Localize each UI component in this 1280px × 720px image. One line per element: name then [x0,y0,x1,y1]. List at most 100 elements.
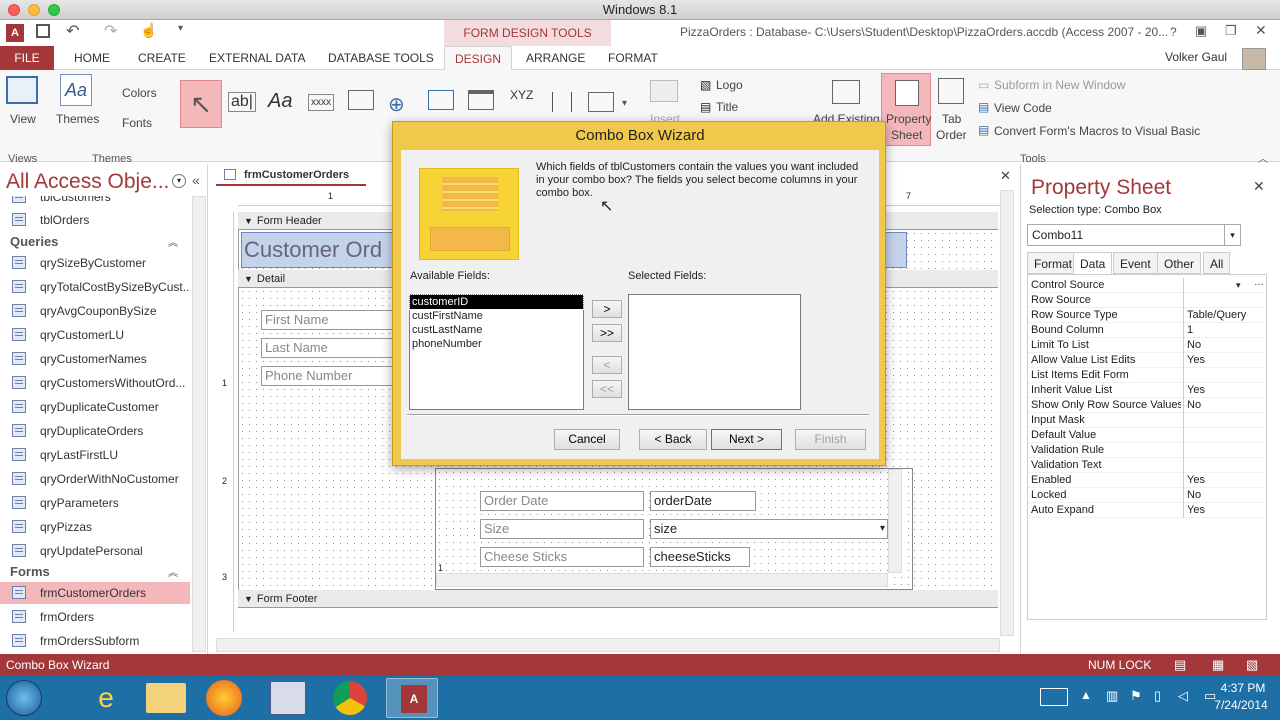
property-row[interactable]: Inherit Value List Yes [1028,383,1266,398]
tab-home[interactable]: HOME [64,46,120,70]
collapse-ribbon-icon[interactable]: ︿ [1258,150,1268,165]
size-combo[interactable]: size ▾ [650,519,888,539]
minimize-window-button[interactable] [28,4,40,16]
available-fields-list[interactable]: customerID custFirstName custLastName ph… [409,294,584,410]
property-row[interactable]: Input Mask [1028,413,1266,428]
convert-macros-button[interactable]: Convert Form's Macros to Visual Basic [994,124,1200,138]
form-footer-bar[interactable]: ▼ Form Footer [238,590,998,608]
property-row[interactable]: Validation Rule [1028,443,1266,458]
view-code-button[interactable]: View Code [994,101,1052,115]
first-name-label[interactable]: First Name [261,310,411,330]
keyboard-icon[interactable] [1040,688,1068,706]
navigation-control-icon[interactable] [468,90,494,110]
tab-external-data[interactable]: EXTERNAL DATA [199,46,315,70]
logo-button[interactable]: Logo [716,78,743,92]
nav-item-query[interactable]: qryLastFirstLU [0,444,190,466]
forms-section-header[interactable]: Forms [10,564,50,579]
nav-item-query[interactable]: qryDuplicateCustomer [0,396,190,418]
network-icon[interactable]: ▯ [1154,688,1161,704]
nav-item-query[interactable]: qryCustomersWithoutOrd... [0,372,190,394]
back-button[interactable]: < Back [639,429,707,450]
network-tray-icon[interactable]: ▥ [1106,688,1118,704]
tab-control-icon[interactable] [348,90,374,110]
clock-time[interactable]: 4:37 PM [1212,681,1274,695]
flag-icon[interactable]: ⚑ [1130,688,1142,704]
tab-data[interactable]: Data [1073,252,1113,274]
queries-collapse-icon[interactable]: ︽ [168,234,178,249]
zoom-window-button[interactable] [48,4,60,16]
tab-create[interactable]: CREATE [128,46,196,70]
order-date-label[interactable]: Order Date [480,491,644,511]
tab-file[interactable]: FILE [0,46,54,70]
list-item[interactable]: custLastName [410,323,583,337]
snipping-tool-icon[interactable] [270,681,306,715]
restore-icon[interactable]: ❐ [1225,23,1237,39]
option-group-icon[interactable]: XYZ [510,88,533,102]
property-row[interactable]: Row Source [1028,293,1266,308]
nav-item-query[interactable]: qryAvgCouponBySize [0,300,190,322]
cancel-button[interactable]: Cancel [554,429,620,450]
tab-order-icon[interactable] [938,78,964,104]
close-icon[interactable]: ✕ [1253,178,1265,195]
start-button[interactable] [6,680,42,716]
tab-all[interactable]: All [1203,252,1231,274]
nav-menu-chevron-icon[interactable]: ▾ [172,174,186,188]
view-button[interactable]: View [10,112,36,126]
design-view-icon[interactable]: ▧ [1246,654,1258,676]
forms-collapse-icon[interactable]: ︽ [168,564,178,579]
form-view-icon[interactable]: ▤ [1174,654,1186,676]
nav-item-query[interactable]: qryTotalCostBySizeByCust... [0,276,190,298]
close-icon[interactable]: ✕ [1255,22,1267,39]
chevron-down-icon[interactable]: ▾ [1224,225,1240,245]
undo-icon[interactable]: ↶ [66,21,79,41]
chevron-down-icon[interactable]: ▾ [880,520,885,538]
property-row[interactable]: Default Value [1028,428,1266,443]
combo-box-control-icon[interactable] [588,92,614,112]
controls-more-icon[interactable]: ▾ [622,98,627,109]
property-row[interactable]: Control Source ▾… [1028,276,1266,293]
fonts-button[interactable]: Fonts [122,116,152,130]
tab-format[interactable]: FORMAT [598,46,668,70]
subform-new-window-button[interactable]: Subform in New Window [994,78,1125,92]
volume-icon[interactable]: ◁ [1178,688,1188,704]
nav-item-table[interactable]: tblOrders [0,209,190,231]
tab-event[interactable]: Event [1113,252,1158,274]
property-row[interactable]: Auto Expand Yes [1028,503,1266,518]
page-break-icon[interactable] [552,92,572,112]
property-row[interactable]: Bound Column 1 [1028,323,1266,338]
add-existing-fields-icon[interactable] [832,80,860,104]
design-horizontal-scrollbar[interactable] [216,638,1000,652]
button-control-icon[interactable]: xxxx [308,94,334,111]
ribbon-options-icon[interactable]: ▣ [1195,23,1207,39]
save-icon[interactable] [36,24,50,38]
list-item[interactable]: phoneNumber [410,337,583,351]
remove-field-button[interactable]: < [592,356,622,374]
list-item[interactable]: custFirstName [410,309,583,323]
firefox-icon[interactable] [206,680,242,716]
select-pointer-icon[interactable]: ↖ [180,80,222,128]
layout-view-icon[interactable]: ▦ [1212,654,1224,676]
tab-frmCustomerOrders[interactable]: frmCustomerOrders [216,164,366,186]
property-row[interactable]: Enabled Yes [1028,473,1266,488]
web-browser-control-icon[interactable] [428,90,454,110]
nav-item-query[interactable]: qryPizzas [0,516,190,538]
subform-horizontal-scrollbar[interactable] [436,573,888,587]
orders-subform-control[interactable]: Order Date orderDate Size size ▾ Cheese S… [435,468,913,590]
finish-button[interactable]: Finish [795,429,866,450]
redo-icon[interactable]: ↷ [104,21,117,41]
tab-format[interactable]: Format [1027,252,1080,274]
builder-icon[interactable]: … [1254,276,1264,290]
selected-fields-list[interactable] [628,294,801,410]
textbox-control-icon[interactable]: ab| [228,92,256,112]
nav-item-query[interactable]: qryUpdatePersonal [0,540,190,562]
colors-button[interactable]: Colors [122,86,157,100]
nav-item-query[interactable]: qryParameters [0,492,190,514]
tab-order-label-1[interactable]: Tab [942,112,961,126]
touch-mode-icon[interactable]: ☝ [140,22,157,39]
chrome-icon[interactable] [333,681,367,715]
tab-order-label-2[interactable]: Order [936,128,967,142]
nav-item-query[interactable]: qryCustomerLU [0,324,190,346]
help-icon[interactable]: ? [1170,25,1177,39]
object-selector[interactable]: Combo11 ▾ [1027,224,1241,246]
file-explorer-icon[interactable] [146,683,186,713]
